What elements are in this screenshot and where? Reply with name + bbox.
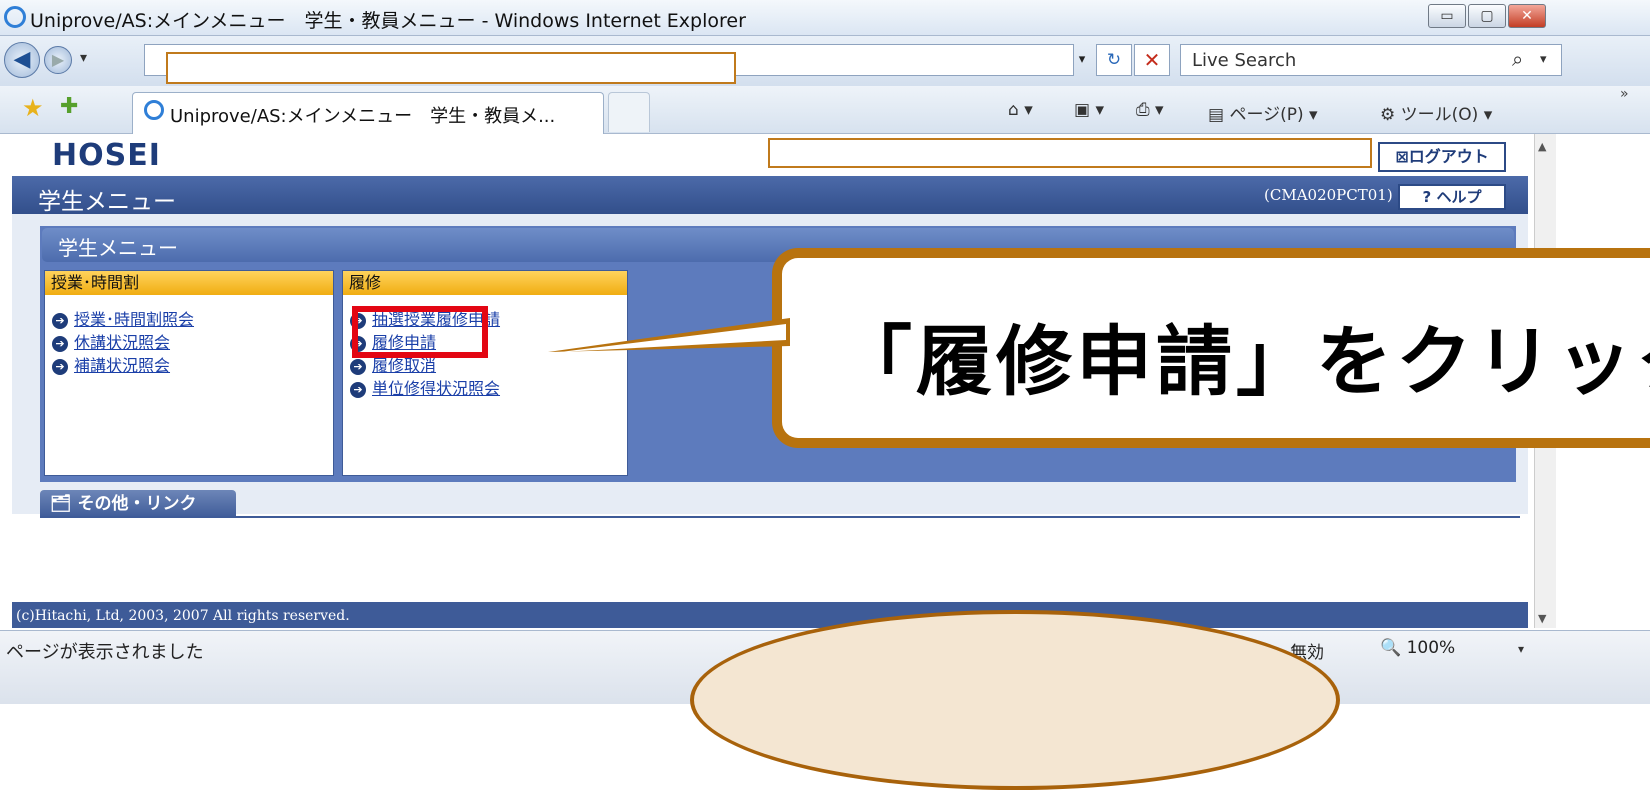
other-links-tab[interactable]: 🗂 その他・リンク bbox=[40, 490, 236, 518]
favorites-star-icon[interactable]: ★ bbox=[22, 94, 44, 122]
status-text: ページが表示されました bbox=[6, 642, 204, 663]
arrow-icon: ➔ bbox=[350, 381, 366, 398]
help-button[interactable]: ? ヘルプ bbox=[1398, 184, 1506, 210]
window-title: Uniprove/AS:メインメニュー 学生・教員メニュー - Windows … bbox=[30, 10, 746, 32]
url-redaction-box bbox=[166, 52, 736, 84]
link-credit-status[interactable]: ➔ 単位修得状況照会 bbox=[350, 375, 500, 399]
callout-text: 「履修申請」をクリック bbox=[836, 317, 1650, 406]
panel-title: 学生メニュー bbox=[58, 236, 178, 260]
history-dropdown-icon[interactable]: ▾ bbox=[80, 50, 87, 66]
search-icon[interactable]: ⌕ bbox=[1512, 47, 1523, 71]
page-title: 学生メニュー bbox=[38, 189, 176, 215]
forward-button[interactable]: ▶ bbox=[44, 46, 72, 74]
link-label[interactable]: 休講状況照会 bbox=[74, 333, 170, 352]
refresh-button[interactable]: ↻ bbox=[1096, 44, 1132, 76]
search-placeholder: Live Search bbox=[1192, 50, 1297, 71]
home-icon[interactable]: ⌂ ▾ bbox=[1008, 100, 1033, 120]
zoom-dropdown-icon[interactable]: ▾ bbox=[1518, 642, 1524, 656]
link-timetable-inquiry[interactable]: ➔ 授業･時間割照会 bbox=[52, 306, 194, 330]
scroll-up-icon[interactable]: ▲ bbox=[1538, 140, 1546, 153]
arrow-icon: ➔ bbox=[52, 312, 68, 329]
zoom-level[interactable]: 🔍 100% bbox=[1380, 638, 1455, 658]
copyright-text: (c)Hitachi, Ltd, 2003, 2007 All rights r… bbox=[16, 608, 350, 624]
ie-icon bbox=[4, 6, 26, 28]
highlight-box bbox=[352, 306, 488, 358]
tab-ie-icon bbox=[144, 100, 164, 120]
new-tab-button[interactable] bbox=[608, 92, 650, 132]
tools-menu[interactable]: ⚙ ツール(O) ▾ bbox=[1380, 100, 1492, 125]
bottom-callout-shape bbox=[690, 610, 1340, 790]
feeds-icon[interactable]: ▣ ▾ bbox=[1074, 100, 1104, 120]
arrow-icon: ➔ bbox=[52, 335, 68, 352]
arrow-icon: ➔ bbox=[52, 358, 68, 375]
stop-button[interactable]: ✕ bbox=[1134, 44, 1170, 76]
add-favorite-icon[interactable]: ✚ bbox=[60, 94, 78, 119]
other-links-body bbox=[40, 518, 1520, 546]
link-label[interactable]: 授業･時間割照会 bbox=[74, 310, 194, 329]
chevron-icon[interactable]: » bbox=[1620, 86, 1629, 102]
class-timetable-heading: 授業･時間割 bbox=[45, 271, 333, 295]
link-label[interactable]: 履修取消 bbox=[372, 356, 436, 375]
minimize-button[interactable]: ▭ bbox=[1428, 4, 1466, 28]
scroll-down-icon[interactable]: ▼ bbox=[1538, 612, 1546, 625]
search-dropdown-icon[interactable]: ▾ bbox=[1540, 52, 1547, 67]
page-menu[interactable]: ▤ ページ(P) ▾ bbox=[1208, 100, 1318, 125]
tab-label[interactable]: Uniprove/AS:メインメニュー 学生・教員メ... bbox=[170, 102, 555, 128]
user-info-redaction-box bbox=[768, 138, 1372, 168]
link-cancellation-inquiry[interactable]: ➔ 休講状況照会 bbox=[52, 329, 170, 353]
hosei-logo: HOSEI bbox=[52, 138, 161, 173]
url-dropdown-icon[interactable]: ▾ bbox=[1070, 44, 1094, 76]
logout-button[interactable]: ⊠ログアウト bbox=[1378, 142, 1506, 172]
close-button[interactable]: ✕ bbox=[1508, 4, 1546, 28]
link-label[interactable]: 単位修得状況照会 bbox=[372, 379, 500, 398]
link-label[interactable]: 補講状況照会 bbox=[74, 356, 170, 375]
maximize-button[interactable]: ▢ bbox=[1468, 4, 1506, 28]
arrow-icon: ➔ bbox=[350, 358, 366, 375]
back-button[interactable]: ◀ bbox=[4, 42, 40, 78]
registration-heading: 履修 bbox=[343, 271, 627, 295]
link-makeup-inquiry[interactable]: ➔ 補講状況照会 bbox=[52, 352, 170, 376]
print-icon[interactable]: ⎙ ▾ bbox=[1136, 100, 1164, 120]
screen-id: (CMA020PCT01) bbox=[1264, 186, 1393, 204]
